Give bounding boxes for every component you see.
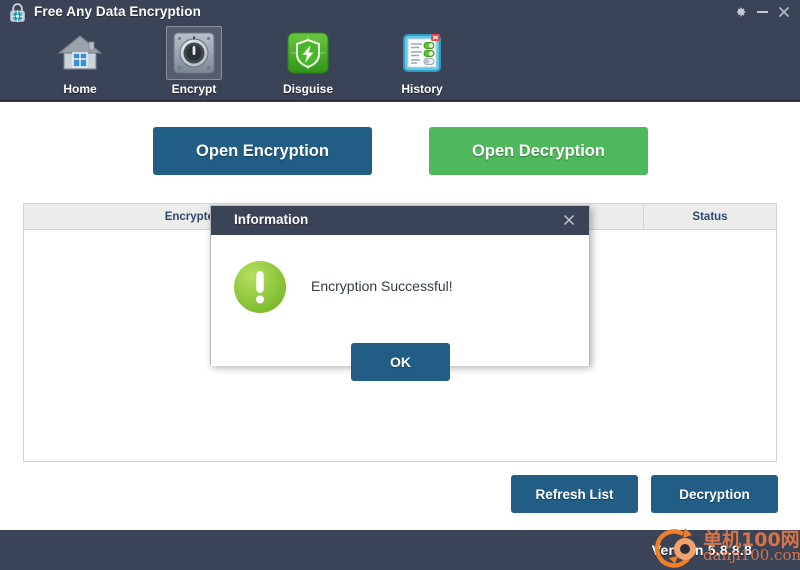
gear-glyph — [737, 7, 746, 17]
toolbar-label-home: Home — [63, 82, 97, 96]
toolbar-label-disguise: Disguise — [282, 82, 333, 96]
toolbar-label-encrypt: Encrypt — [171, 82, 217, 96]
footer-bar: Version 5.8.8.8 — [0, 530, 800, 570]
shield-bolt-icon — [280, 26, 336, 80]
toolbar-item-home[interactable]: Home — [32, 26, 128, 100]
padlock-icon — [10, 3, 25, 23]
toolbar-label-history: History — [401, 82, 443, 96]
toolbar-item-history[interactable]: History — [374, 26, 470, 100]
gear-icon[interactable] — [730, 2, 750, 22]
refresh-list-button[interactable]: Refresh List — [511, 475, 638, 513]
list-window-icon — [394, 26, 450, 80]
toolbar-item-disguise[interactable]: Disguise — [260, 26, 356, 100]
exclamation-circle-icon — [234, 261, 286, 313]
dialog-close-icon[interactable] — [559, 210, 579, 230]
open-encryption-button[interactable]: Open Encryption — [153, 127, 372, 175]
dialog-body: Encryption Successful! OK — [211, 235, 589, 381]
information-dialog: Information Encryption Successful! OK — [210, 205, 590, 381]
decryption-button[interactable]: Decryption — [651, 475, 778, 513]
dialog-title: Information — [234, 212, 309, 227]
open-decryption-button[interactable]: Open Decryption — [429, 127, 648, 175]
main-toolbar: Home Encrypt Disguise History — [0, 24, 800, 101]
window-titlebar: Free Any Data Encryption — [0, 0, 800, 24]
minimize-icon[interactable] — [752, 2, 772, 22]
close-glyph — [778, 6, 790, 18]
dialog-titlebar: Information — [211, 206, 589, 235]
dialog-message: Encryption Successful! — [311, 278, 453, 294]
safe-dial-icon — [166, 26, 222, 80]
toolbar-item-encrypt[interactable]: Encrypt — [146, 26, 242, 100]
column-header-status[interactable]: Status — [644, 204, 776, 229]
house-icon — [52, 26, 108, 80]
app-title: Free Any Data Encryption — [34, 4, 201, 19]
dialog-ok-button[interactable]: OK — [351, 343, 450, 381]
close-glyph — [563, 214, 575, 226]
close-icon[interactable] — [774, 2, 794, 22]
minimize-glyph — [756, 11, 768, 13]
version-label: Version 5.8.8.8 — [651, 542, 752, 558]
